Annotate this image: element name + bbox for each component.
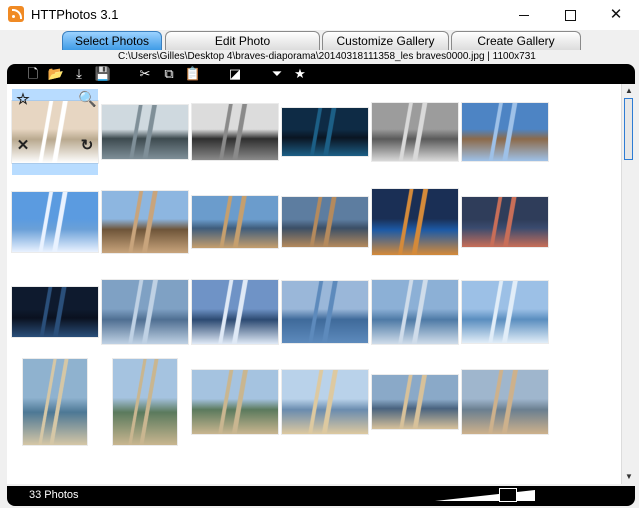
tab-edit-photo[interactable]: Edit Photo xyxy=(165,31,320,50)
photo-image xyxy=(113,359,177,445)
copy-icon[interactable]: ⧉ xyxy=(159,65,179,83)
photo-thumbnail[interactable] xyxy=(372,179,458,265)
scroll-up-icon[interactable]: ▲ xyxy=(623,84,635,98)
photo-thumbnail[interactable] xyxy=(282,359,368,445)
open-folder-icon[interactable]: 📂 xyxy=(46,65,66,83)
window-title: HTTPhotos 3.1 xyxy=(31,7,119,22)
photo-count: 33 Photos xyxy=(29,489,79,501)
photo-image xyxy=(282,370,368,434)
status-bar: 33 Photos xyxy=(7,486,635,506)
photo-thumbnail[interactable] xyxy=(192,179,278,265)
rotate-icon[interactable]: ↻ xyxy=(78,137,96,155)
close-icon: ✕ xyxy=(609,6,623,23)
photo-thumbnail[interactable] xyxy=(102,179,188,265)
delete-icon[interactable]: ✕ xyxy=(14,137,32,155)
scroll-down-icon[interactable]: ▼ xyxy=(623,470,635,484)
photo-image xyxy=(102,280,188,344)
photo-grid: ☆ 🔍 ✕ ↻ xyxy=(7,84,621,484)
tab-create-gallery[interactable]: Create Gallery xyxy=(451,31,581,50)
photo-image xyxy=(282,281,368,343)
photo-image xyxy=(372,280,458,344)
photo-thumbnail[interactable] xyxy=(462,179,548,265)
zoom-slider-handle[interactable] xyxy=(499,488,517,502)
photo-image xyxy=(102,105,188,159)
photo-image xyxy=(192,280,278,344)
photo-path: C:\Users\Gilles\Desktop 4\braves-diapora… xyxy=(118,51,536,62)
tab-select-photos[interactable]: Select Photos xyxy=(62,31,162,50)
photo-image xyxy=(12,287,98,337)
contrast-icon[interactable]: ◪ xyxy=(225,65,245,83)
photo-image xyxy=(372,375,458,429)
photo-image xyxy=(192,370,278,434)
photo-thumbnail[interactable] xyxy=(192,269,278,355)
photo-thumbnail[interactable]: ☆ 🔍 ✕ ↻ xyxy=(12,89,98,175)
photo-image xyxy=(23,359,87,445)
photo-thumbnail[interactable] xyxy=(462,269,548,355)
photo-thumbnail[interactable] xyxy=(102,359,188,445)
photo-thumbnail[interactable] xyxy=(102,89,188,175)
photo-thumbnail[interactable] xyxy=(192,89,278,175)
scroll-thumb[interactable] xyxy=(624,98,633,160)
title-bar: HTTPhotos 3.1 ✕ xyxy=(0,0,639,30)
photo-thumbnail[interactable] xyxy=(12,359,98,445)
photo-thumbnail[interactable] xyxy=(282,269,368,355)
import-icon[interactable]: ⤓ xyxy=(69,65,89,83)
rss-icon xyxy=(8,6,24,22)
photo-image xyxy=(192,104,278,160)
maximize-button[interactable] xyxy=(547,0,593,30)
tab-customize-gallery[interactable]: Customize Gallery xyxy=(322,31,449,50)
photo-image xyxy=(282,108,368,156)
paste-icon[interactable]: 📋 xyxy=(183,65,203,83)
vertical-scrollbar[interactable]: ▲ ▼ xyxy=(621,84,635,484)
photo-image xyxy=(12,192,98,252)
photo-image xyxy=(282,197,368,247)
photo-thumbnail[interactable] xyxy=(12,179,98,265)
photo-thumbnail[interactable] xyxy=(102,269,188,355)
photo-thumbnail[interactable] xyxy=(12,269,98,355)
photo-image xyxy=(192,196,278,248)
photo-image xyxy=(462,197,548,247)
photo-image xyxy=(462,103,548,161)
photo-image xyxy=(372,189,458,255)
photo-image xyxy=(462,281,548,343)
photo-thumbnail[interactable] xyxy=(282,89,368,175)
photo-image xyxy=(372,103,458,161)
zoom-slider-track[interactable] xyxy=(435,490,535,501)
photo-thumbnail[interactable] xyxy=(282,179,368,265)
minimize-button[interactable] xyxy=(501,0,547,30)
photo-image xyxy=(462,370,548,434)
photo-thumbnail[interactable] xyxy=(192,359,278,445)
favorites-icon[interactable]: ★ xyxy=(290,65,310,83)
star-icon[interactable]: ☆ xyxy=(14,91,32,109)
minimize-icon xyxy=(519,14,529,16)
toolbar: 🗋 📂 ⤓ 💾 ✂ ⧉ 📋 ◪ ⏷ ★ xyxy=(7,64,635,84)
maximize-icon xyxy=(564,9,576,21)
photo-thumbnail[interactable] xyxy=(372,269,458,355)
photo-thumbnail[interactable] xyxy=(462,89,548,175)
new-file-icon[interactable]: 🗋 xyxy=(23,65,43,83)
cut-icon[interactable]: ✂ xyxy=(135,65,155,83)
filter-icon[interactable]: ⏷ xyxy=(267,65,287,83)
close-button[interactable]: ✕ xyxy=(593,0,639,30)
photo-thumbnail[interactable] xyxy=(372,89,458,175)
photo-thumbnail[interactable] xyxy=(462,359,548,445)
zoom-icon[interactable]: 🔍 xyxy=(78,91,97,109)
photo-image xyxy=(102,191,188,253)
save-icon[interactable]: 💾 xyxy=(93,65,113,83)
photo-thumbnail[interactable] xyxy=(372,359,458,445)
